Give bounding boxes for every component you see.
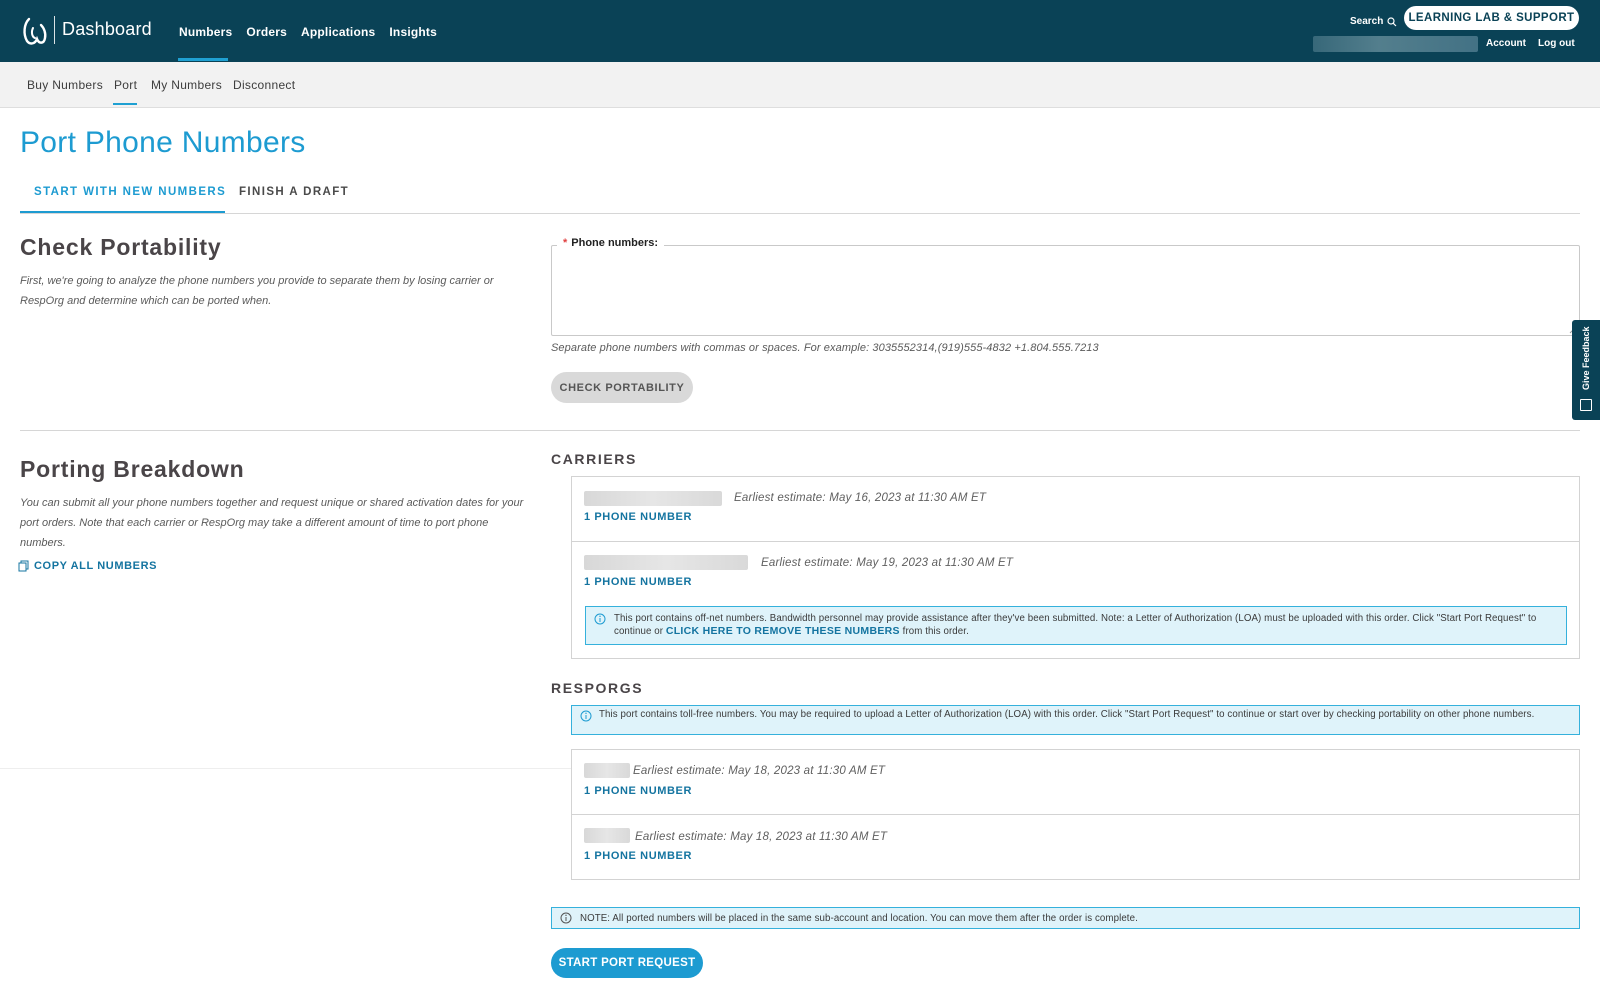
resporg-estimate: Earliest estimate: May 18, 2023 at 11:30… — [635, 831, 888, 843]
sub-account-note-text: NOTE: All ported numbers will be placed … — [580, 913, 1138, 924]
tab-finish-draft[interactable]: FINISH A DRAFT — [239, 186, 349, 198]
page-title: Port Phone Numbers — [20, 126, 306, 159]
give-feedback-label: Give Feedback — [1581, 326, 1591, 390]
tabs-divider — [20, 213, 1580, 214]
nav-active-indicator — [178, 58, 228, 61]
search-link[interactable]: Search — [1350, 16, 1397, 27]
copy-all-numbers-link[interactable]: COPY ALL NUMBERS — [18, 560, 157, 572]
remove-numbers-link[interactable]: CLICK HERE TO REMOVE THESE NUMBERS — [666, 625, 900, 637]
nav-orders[interactable]: Orders — [246, 25, 287, 39]
carrier-phone-count-link[interactable]: 1 PHONE NUMBER — [584, 511, 692, 523]
tab-active-indicator — [20, 211, 225, 213]
phone-numbers-field[interactable] — [551, 245, 1580, 336]
carrier-name-redacted — [584, 555, 748, 570]
carrier-card — [571, 476, 1580, 542]
subnav-disconnect[interactable]: Disconnect — [233, 78, 295, 92]
check-portability-description: First, we're going to analyze the phone … — [20, 275, 494, 307]
off-net-notice: This port contains off-net numbers. Band… — [585, 606, 1567, 645]
subnav-active-indicator — [113, 103, 137, 105]
viewport-seam — [0, 768, 571, 769]
brand-divider — [54, 16, 55, 44]
phone-numbers-label: * Phone numbers: — [557, 237, 665, 249]
resporg-card — [571, 749, 1580, 815]
check-portability-button[interactable]: CHECK PORTABILITY — [551, 372, 693, 403]
copy-icon — [18, 560, 29, 572]
required-marker: * — [563, 237, 568, 249]
carrier-estimate: Earliest estimate: May 19, 2023 at 11:30… — [761, 557, 1014, 569]
bandwidth-logo-icon[interactable] — [21, 16, 47, 46]
feedback-icon — [1580, 399, 1592, 411]
resporg-name-redacted — [584, 828, 630, 843]
start-port-request-button[interactable]: START PORT REQUEST — [551, 948, 703, 978]
subnav-buy-numbers[interactable]: Buy Numbers — [27, 78, 103, 92]
check-portability-heading: Check Portability — [20, 234, 222, 260]
tab-start-new[interactable]: START WITH NEW NUMBERS — [34, 186, 226, 198]
sub-account-note: NOTE: All ported numbers will be placed … — [551, 907, 1580, 929]
brand-title[interactable]: Dashboard — [62, 19, 152, 40]
resporg-name-redacted — [584, 763, 630, 778]
nav-numbers[interactable]: Numbers — [179, 25, 232, 39]
search-label: Search — [1350, 16, 1384, 27]
porting-breakdown-description: You can submit all your phone numbers to… — [20, 497, 524, 549]
account-selector[interactable] — [1313, 36, 1478, 52]
info-icon — [580, 710, 592, 722]
account-link[interactable]: Account — [1486, 38, 1526, 49]
copy-all-numbers-label: COPY ALL NUMBERS — [34, 560, 158, 572]
phone-numbers-label-text: Phone numbers: — [571, 237, 659, 249]
subnav-my-numbers[interactable]: My Numbers — [151, 78, 222, 92]
learning-lab-button[interactable]: LEARNING LAB & SUPPORT — [1404, 6, 1579, 30]
nav-insights[interactable]: Insights — [389, 25, 437, 39]
search-icon — [1387, 16, 1397, 26]
toll-free-notice: This port contains toll-free numbers. Yo… — [571, 705, 1580, 735]
resporg-phone-count-link[interactable]: 1 PHONE NUMBER — [584, 850, 692, 862]
toll-free-notice-text: This port contains toll-free numbers. Yo… — [599, 709, 1535, 720]
nav-applications[interactable]: Applications — [301, 25, 375, 39]
resporg-estimate: Earliest estimate: May 18, 2023 at 11:30… — [633, 765, 886, 777]
info-icon — [560, 912, 572, 924]
carrier-estimate: Earliest estimate: May 16, 2023 at 11:30… — [734, 492, 987, 504]
off-net-notice-text-end: from this order. — [899, 626, 969, 637]
resporg-card — [571, 814, 1580, 880]
subnav-port[interactable]: Port — [114, 78, 137, 92]
carrier-phone-count-link[interactable]: 1 PHONE NUMBER — [584, 576, 692, 588]
main-nav: Numbers Orders Applications Insights — [179, 25, 437, 39]
top-header: Dashboard Numbers Orders Applications In… — [0, 0, 1600, 62]
logout-link[interactable]: Log out — [1538, 38, 1575, 49]
resporgs-heading: RESPORGS — [551, 680, 644, 696]
carriers-heading: CARRIERS — [551, 451, 637, 467]
carrier-name-redacted — [584, 491, 722, 506]
porting-breakdown-heading: Porting Breakdown — [20, 456, 245, 482]
phone-numbers-hint: Separate phone numbers with commas or sp… — [551, 342, 1099, 354]
sub-nav: Buy Numbers Port My Numbers Disconnect — [0, 62, 1600, 108]
info-icon — [594, 613, 606, 625]
section-divider — [20, 430, 1580, 431]
resporg-phone-count-link[interactable]: 1 PHONE NUMBER — [584, 785, 692, 797]
